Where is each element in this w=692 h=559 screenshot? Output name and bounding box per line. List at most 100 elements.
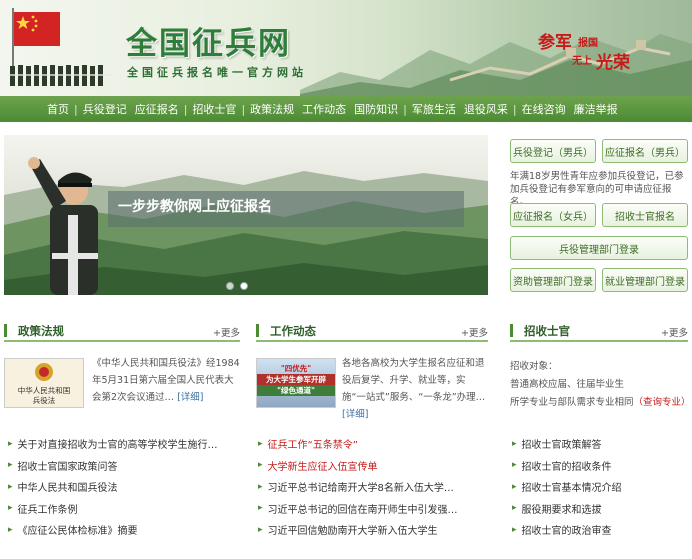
nco-signup-button[interactable]: 招收士官报名 [602, 203, 688, 227]
list-item-label[interactable]: 征兵工作“五条禁令” [268, 436, 358, 451]
list-item[interactable]: ▸ 大学新生应征入伍宣传单 [258, 455, 488, 477]
list-item[interactable]: ▸ 招收士官的招收条件 [512, 455, 688, 477]
slogan-part4: 光荣 [596, 53, 630, 73]
site-header: 全国征兵网 全国征兵报名唯一官方网站 参军 报国 无上 光荣 [0, 0, 692, 96]
news-detail-link[interactable]: [详细] [342, 409, 368, 420]
policy-section-header: 政策法规 +更多 [4, 320, 240, 342]
list-item-label[interactable]: 《应征公民体检标准》摘要 [18, 522, 138, 537]
query-major-link[interactable]: （查询专业） [634, 397, 691, 408]
nav-item-policies[interactable]: 政策法规 [250, 101, 294, 117]
bullet-icon: ▸ [512, 438, 517, 449]
list-item[interactable]: ▸ 征兵工作“五条禁令” [258, 433, 488, 455]
list-item-label[interactable]: 招收士官基本情况介绍 [522, 479, 622, 494]
policy-more-link[interactable]: +更多 [213, 325, 240, 339]
green-channel-thumbnail[interactable]: "四优先" 为大学生参军开辟 "绿色通道" [256, 358, 336, 408]
policy-section-title[interactable]: 政策法规 [18, 323, 64, 339]
main-nav: 首页 | 兵役登记 | 应征报名 | 招收士官 | 政策法规 | 工作动态 | … [0, 96, 692, 122]
nav-item-work-news[interactable]: 工作动态 [302, 101, 346, 117]
nav-item-military-life[interactable]: 军旅生活 [412, 101, 456, 117]
register-male-button[interactable]: 兵役登记（男兵） [510, 139, 596, 163]
policy-lead-text: 《中华人民共和国兵役法》经1984年5月31日第六届全国人民代表大会第2次会议通… [92, 355, 242, 406]
nav-separator: | [512, 102, 517, 116]
bullet-icon: ▸ [258, 481, 263, 492]
list-item[interactable]: ▸ 《应征公民体检标准》摘要 [8, 519, 240, 541]
nav-item-military-registration[interactable]: 兵役登记 [83, 101, 127, 117]
military-admin-login-button[interactable]: 兵役管理部门登录 [510, 236, 688, 260]
bullet-icon: ▸ [8, 503, 13, 514]
list-item-label[interactable]: 习近平总书记给南开大学8名新入伍大学… [268, 479, 454, 494]
section-marker [510, 324, 513, 337]
list-item[interactable]: ▸ 习近平总书记给南开大学8名新入伍大学… [258, 476, 488, 498]
nav-item-integrity-report[interactable]: 廉洁举报 [574, 101, 618, 117]
section-marker [4, 324, 7, 337]
list-item-label[interactable]: 中华人民共和国兵役法 [18, 479, 118, 494]
nav-item-nco-recruitment[interactable]: 招收士官 [192, 101, 236, 117]
carousel-dots [226, 282, 248, 290]
list-item[interactable]: ▸ 招收士官政策解答 [512, 433, 688, 455]
list-item[interactable]: ▸ 中华人民共和国兵役法 [8, 476, 240, 498]
news-lead-text: 各地各高校为大学生报名应征和退役后复学、升学、就业等，实施“一站式”服务、“一条… [342, 355, 488, 423]
enlist-male-button[interactable]: 应征报名（男兵） [602, 139, 688, 163]
employment-admin-login-button[interactable]: 就业管理部门登录 [602, 268, 688, 292]
news-section-header: 工作动态 +更多 [256, 320, 488, 342]
list-item-label[interactable]: 招收士官国家政策问答 [18, 458, 118, 473]
nav-separator: | [241, 102, 246, 116]
list-item-label[interactable]: 招收士官的招收条件 [522, 458, 612, 473]
policy-detail-link[interactable]: [详细] [177, 392, 203, 403]
slogan-part2: 报国 [578, 38, 598, 49]
bullet-icon: ▸ [512, 460, 517, 471]
policy-lead-summary: 《中华人民共和国兵役法》经1984年5月31日第六届全国人民代表大会第2次会议通… [92, 358, 240, 403]
site-title[interactable]: 全国征兵网 [126, 18, 291, 63]
nav-item-defense-knowledge[interactable]: 国防知识 [354, 101, 398, 117]
list-item-label[interactable]: 征兵工作条例 [18, 501, 78, 516]
thumbnail-line2: 兵役法 [32, 396, 56, 405]
nav-item-veterans[interactable]: 退役风采 [464, 101, 508, 117]
bullet-icon: ▸ [512, 503, 517, 514]
news-list: ▸ 征兵工作“五条禁令” ▸ 大学新生应征入伍宣传单 ▸ 习近平总书记给南开大学8名新… [258, 433, 488, 541]
military-service-law-thumbnail[interactable]: 中华人民共和国 兵役法 [4, 358, 84, 408]
list-item-label[interactable]: 大学新生应征入伍宣传单 [268, 458, 378, 473]
list-item-label[interactable]: 关于对直接招收为士官的高等学校学生施行… [18, 436, 218, 451]
nco-more-link[interactable]: +更多 [661, 325, 688, 339]
list-item[interactable]: ▸ 征兵工作条例 [8, 498, 240, 520]
list-item[interactable]: ▸ 招收士官国家政策问答 [8, 455, 240, 477]
carousel-dot-2[interactable] [240, 282, 248, 290]
slogan-part1: 参军 [538, 33, 572, 53]
news-section-title[interactable]: 工作动态 [270, 323, 316, 339]
list-item[interactable]: ▸ 关于对直接招收为士官的高等学校学生施行… [8, 433, 240, 455]
list-item-label[interactable]: 招收士官政策解答 [522, 436, 602, 451]
list-item-label[interactable]: 习近平总书记的回信在南开师生中引发强… [268, 501, 458, 516]
list-item-label[interactable]: 服役期要求和选拔 [522, 501, 602, 516]
nav-item-online-consult[interactable]: 在线咨询 [522, 101, 566, 117]
list-item[interactable]: ▸ 招收士官基本情况介绍 [512, 476, 688, 498]
news-more-link[interactable]: +更多 [461, 325, 488, 339]
banner-caption[interactable]: 一步步教你网上应征报名 [118, 196, 272, 216]
nco-section-title[interactable]: 招收士官 [524, 323, 570, 339]
bullet-icon: ▸ [258, 524, 263, 535]
thumbnail-line3: "绿色通道" [257, 385, 335, 396]
list-item-label[interactable]: 招收士官的政治审查 [522, 522, 612, 537]
china-flag-icon [14, 12, 60, 46]
nav-item-home[interactable]: 首页 [47, 101, 69, 117]
thumbnail-line2: 为大学生参军开辟 [257, 374, 335, 385]
hero-banner[interactable]: 一步步教你网上应征报名 [4, 135, 488, 295]
list-item[interactable]: ▸ 习近平回信勉励南开大学新入伍大学生 [258, 519, 488, 541]
bullet-icon: ▸ [512, 524, 517, 535]
list-item-label[interactable]: 习近平回信勉励南开大学新入伍大学生 [268, 522, 438, 537]
list-item[interactable]: ▸ 服役期要求和选拔 [512, 498, 688, 520]
list-item[interactable]: ▸ 习近平总书记的回信在南开师生中引发强… [258, 498, 488, 520]
section-marker [256, 324, 259, 337]
bullet-icon: ▸ [258, 460, 263, 471]
nco-lead-line1: 招收对象： [510, 361, 558, 372]
carousel-dot-1[interactable] [226, 282, 234, 290]
list-item[interactable]: ▸ 招收士官的政治审查 [512, 519, 688, 541]
slogan-part3: 无上 [572, 56, 592, 67]
bullet-icon: ▸ [8, 524, 13, 535]
nco-lead-line3: 所学专业与部队需求专业相同 [510, 397, 634, 408]
news-lead-summary: 各地各高校为大学生报名应征和退役后复学、升学、就业等，实施“一站式”服务、“一条… [342, 358, 486, 403]
nav-item-enlistment[interactable]: 应征报名 [135, 101, 179, 117]
marching-soldiers-illustration [8, 65, 112, 86]
bullet-icon: ▸ [8, 438, 13, 449]
enlist-female-button[interactable]: 应征报名（女兵） [510, 203, 596, 227]
aid-admin-login-button[interactable]: 资助管理部门登录 [510, 268, 596, 292]
